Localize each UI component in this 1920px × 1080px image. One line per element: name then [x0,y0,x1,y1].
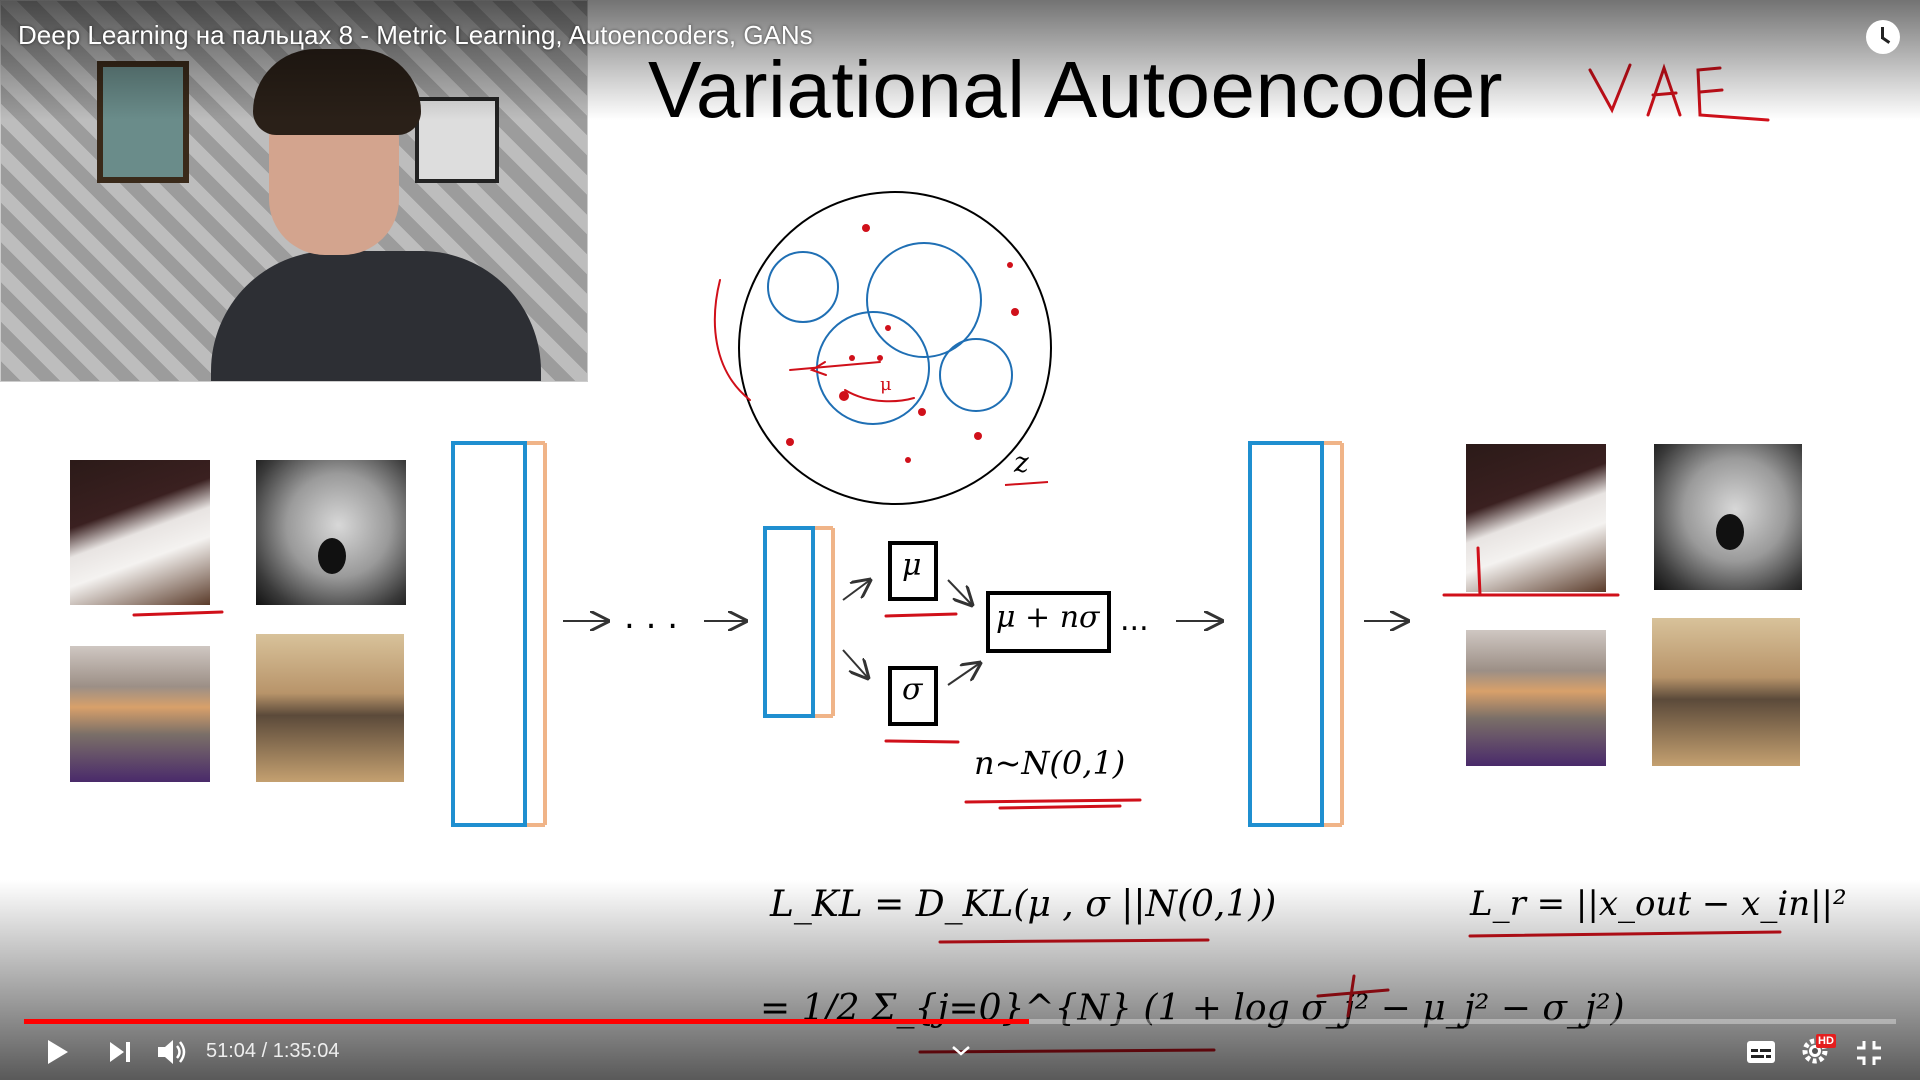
sample-points [786,224,1019,463]
settings-button[interactable]: HD [1800,1034,1836,1068]
video-player[interactable]: Variational Autoencoder μ z . . . ... μ … [0,0,1920,1080]
slide-content: Variational Autoencoder μ z . . . ... μ … [0,0,1920,1080]
subtitles-icon[interactable] [1746,1040,1776,1064]
encoder-input-layer [451,441,527,827]
kl-loss-equation: L_KL = D_KL(μ , σ ||N(0,1)) [770,884,1277,925]
cluster-circle [866,242,982,358]
video-title[interactable]: Deep Learning на пальцах 8 - Metric Lear… [18,20,813,51]
next-icon[interactable] [108,1040,132,1064]
time-display: 51:04 / 1:35:04 [206,1040,340,1062]
mu-handwritten-label: μ [880,374,892,395]
volume-icon[interactable] [156,1036,190,1068]
cluster-circle [939,338,1013,412]
slide-title: Variational Autoencoder [648,45,1504,134]
wall-picture [97,61,189,183]
hd-badge: HD [1816,1034,1836,1048]
hidden-layers-dots: . . . [624,597,678,637]
clock-icon[interactable] [1866,20,1900,54]
cluster-circle [816,311,930,425]
sample-dots: ... [1120,603,1149,638]
progress-played [24,1019,1030,1024]
decoder-output-layer [1248,441,1324,827]
chevron-down-icon[interactable] [950,1044,972,1058]
sigma-label: σ [902,672,923,707]
play-icon[interactable] [44,1038,70,1066]
cluster-circle [767,251,839,323]
fullscreen-exit-icon[interactable] [1856,1040,1882,1066]
wall-frame [415,97,499,183]
reconstruction-loss-equation: L_r = ||x_out − x_in||² [1470,884,1847,924]
network-diagram: . . . ... [132,441,1620,827]
sample-label: μ + nσ [996,600,1100,635]
noise-equation: n~N(0,1) [974,744,1126,782]
vae-handwritten-annotation [1588,63,1770,122]
webcam-overlay [0,0,588,382]
bottleneck-layer [763,526,815,718]
person-hair [253,49,421,135]
progress-bar[interactable] [24,1019,1896,1024]
mu-label: μ [902,548,922,583]
